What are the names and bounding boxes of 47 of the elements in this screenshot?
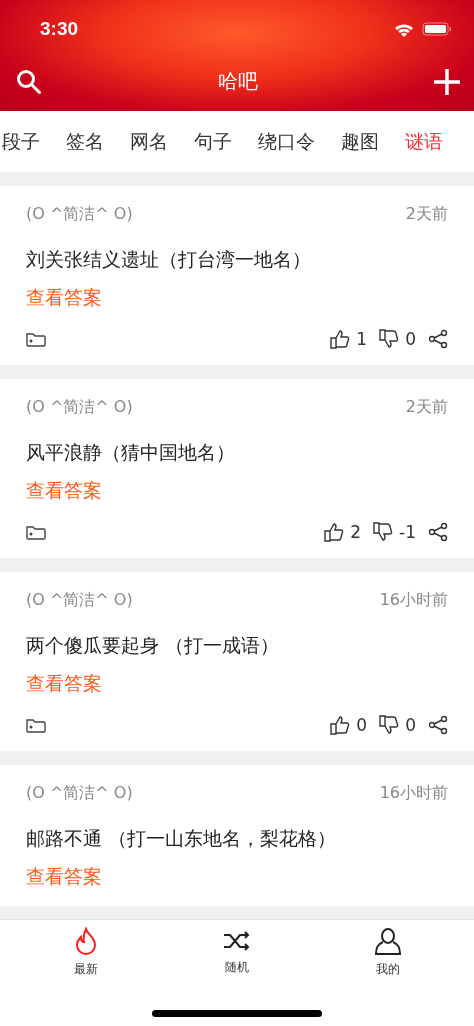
- category-tab[interactable]: 签名: [53, 128, 117, 155]
- author-name: (O ^简洁^ O): [26, 397, 133, 418]
- thumbs-up-icon[interactable]: [324, 522, 345, 542]
- author-name: (O ^简洁^ O): [26, 204, 133, 225]
- post-time: 2天前: [405, 204, 448, 225]
- share-icon[interactable]: [428, 329, 448, 349]
- share-icon[interactable]: [428, 522, 448, 542]
- tab-bar-item[interactable]: 随机: [192, 926, 282, 979]
- riddle-text: 刘关张结义遗址（打台湾一地名）: [26, 247, 312, 272]
- share-icon[interactable]: [428, 715, 448, 735]
- wifi-icon: [394, 21, 414, 37]
- like-count: 1: [356, 329, 368, 349]
- post-time: 2天前: [405, 397, 448, 418]
- thumbs-down-icon[interactable]: [373, 522, 394, 542]
- category-tab[interactable]: 谜语: [392, 128, 456, 155]
- category-tab[interactable]: 句子: [181, 128, 245, 155]
- thumbs-down-icon[interactable]: [379, 715, 400, 735]
- tab-bar-item[interactable]: 最新: [40, 926, 131, 979]
- search-icon[interactable]: [16, 68, 42, 95]
- category-tab[interactable]: 段子: [2, 128, 53, 155]
- like-count: 2: [350, 522, 362, 542]
- category-tab[interactable]: 趣图: [328, 128, 392, 155]
- thumbs-down-icon[interactable]: [379, 329, 400, 349]
- dislike-count: 0: [405, 329, 416, 349]
- user-icon: [374, 927, 403, 957]
- category-tab[interactable]: 网名: [117, 128, 181, 155]
- folder-icon[interactable]: [26, 717, 46, 733]
- riddle-text: 风平浪静（猜中国地名）: [26, 440, 236, 465]
- thumbs-up-icon[interactable]: [330, 329, 351, 349]
- riddle-text: 两个傻瓜要起身 （打一成语）: [26, 633, 281, 658]
- battery-icon: [422, 22, 452, 36]
- tab-bar-item[interactable]: 我的: [343, 926, 434, 979]
- like-count: 0: [356, 715, 368, 735]
- category-tab[interactable]: 绕口令: [245, 128, 328, 155]
- folder-icon[interactable]: [26, 524, 46, 540]
- dislike-count: 0: [405, 715, 416, 735]
- post-time: 16小时前: [379, 783, 448, 804]
- nav-title: 哈吧: [218, 68, 258, 95]
- status-time: 3:30: [40, 18, 79, 40]
- author-name: (O ^简洁^ O): [26, 783, 133, 804]
- riddle-text: 邮路不通 （打一山东地名，梨花格）: [26, 826, 338, 851]
- post-time: 16小时前: [379, 590, 448, 611]
- author-name: (O ^简洁^ O): [26, 590, 133, 611]
- dislike-count: -1: [399, 522, 416, 542]
- folder-icon[interactable]: [26, 331, 46, 347]
- add-icon[interactable]: [434, 68, 460, 95]
- thumbs-up-icon[interactable]: [330, 715, 351, 735]
